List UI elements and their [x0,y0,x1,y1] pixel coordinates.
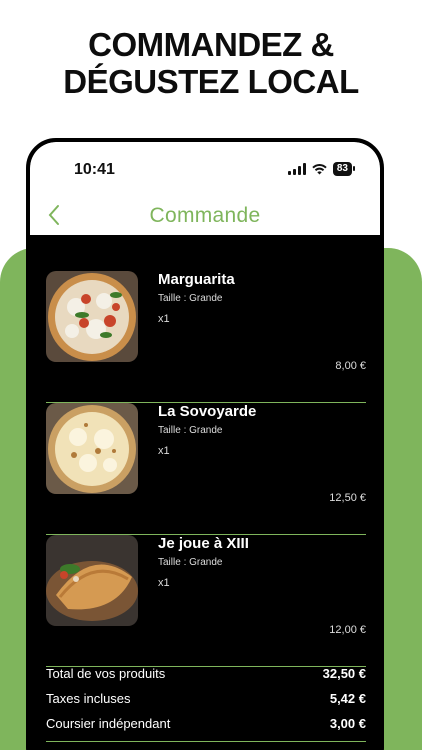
taxes-label: Taxes incluses [46,691,131,706]
order-totals: Total de vos produits 32,50 € Taxes incl… [46,666,366,742]
item-price: 8,00 € [335,360,366,372]
taxes-row: Taxes incluses 5,42 € [46,691,366,716]
item-size: Taille : Grande [158,425,223,436]
divider [46,741,366,742]
app-header: 10:41 83 Commande [30,142,380,235]
taxes-value: 5,42 € [329,691,366,706]
courier-row: Coursier indépendant 3,00 € [46,716,366,741]
pizza-savoyarde-image [46,403,138,494]
wifi-icon [312,164,327,175]
item-quantity: x1 [158,577,170,589]
promo-headline: COMMANDEZ & DÉGUSTEZ LOCAL [0,26,422,100]
item-size: Taille : Grande [158,557,223,568]
courier-value: 3,00 € [329,716,366,731]
courier-label: Coursier indépendant [46,716,171,731]
signal-icon [287,163,306,175]
total-products-row: Total de vos produits 32,50 € [46,666,366,691]
item-name: La Sovoyarde [158,403,257,420]
order-item[interactable]: Je joue à XIII Taille : Grande x1 12,00 … [46,535,366,667]
page-title: Commande [149,204,261,227]
phone-frame: 10:41 83 Commande Marguarita Taille: Gr… [26,138,384,750]
item-quantity: x1 [158,445,170,457]
total-label: Total de vos produits [46,666,166,681]
status-icons: 83 [287,162,356,176]
item-price: 12,50 € [329,492,366,504]
pizza-margherita-image [46,271,138,362]
calzone-image [46,535,138,626]
status-time: 10:41 [74,161,115,178]
headline-line-2: DÉGUSTEZ LOCAL [63,63,359,100]
item-name: Je joue à XIII [158,535,249,552]
battery-icon: 83 [332,162,356,176]
headline-line-1: COMMANDEZ & [88,26,334,63]
order-item[interactable]: Marguarita Taille : Grande x1 8,00 € [46,271,366,403]
item-quantity: x1 [158,313,170,325]
item-size: Taille : Grande [158,293,223,304]
order-item[interactable]: La Sovoyarde Taille : Grande x1 12,50 € [46,403,366,535]
total-value: 32,50 € [322,666,366,681]
item-name: Marguarita [158,271,235,288]
order-list: Marguarita Taille : Grande x1 8,00 € La … [46,271,366,667]
item-price: 12,00 € [329,624,366,636]
